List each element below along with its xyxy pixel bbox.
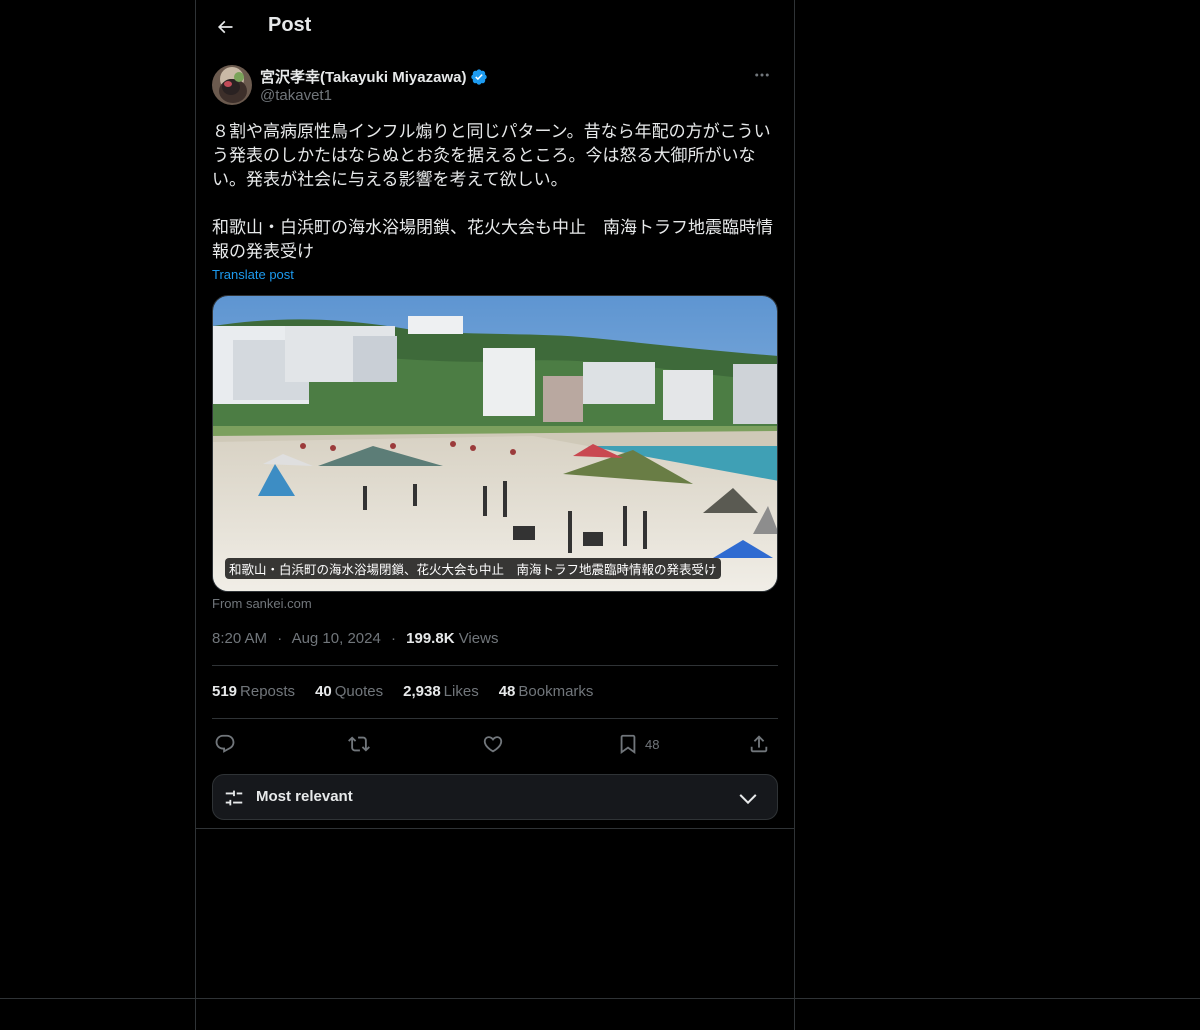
divider (212, 665, 778, 666)
repost-button[interactable] (348, 729, 370, 759)
post-date[interactable]: Aug 10, 2024 (292, 630, 381, 647)
bookmarks-label: Bookmarks (518, 683, 594, 700)
like-button[interactable] (482, 729, 504, 759)
page-title: Post (268, 14, 312, 36)
repost-icon (348, 736, 370, 752)
quotes-count: 40 (315, 683, 332, 700)
bookmark-count: 48 (645, 736, 660, 752)
user-handle[interactable]: @takavet1 (260, 87, 332, 104)
meta-separator: · (277, 630, 283, 647)
reposts-label: Reposts (240, 683, 296, 700)
post-column: Post 宮沢孝幸(Takayuki Miyazawa) @takavet1 ８… (195, 0, 795, 1030)
views-label: Views (458, 630, 499, 647)
reposts-stat[interactable]: 519 Reposts (212, 683, 295, 700)
engagement-stats: 519 Reposts 40 Quotes 2,938 Likes 48 Bookmar… (212, 683, 593, 700)
display-name[interactable]: 宮沢孝幸(Takayuki Miyazawa) (260, 66, 488, 87)
verified-badge-icon (471, 68, 488, 85)
divider (196, 828, 794, 829)
views-count: 199.8K (406, 630, 455, 647)
meta-separator: · (390, 630, 396, 647)
quotes-label: Quotes (334, 683, 384, 700)
link-card-image[interactable]: 和歌山・白浜町の海水浴場閉鎖、花火大会も中止 南海トラフ地震臨時情報の発表受け (212, 295, 778, 592)
action-bar: 48 (212, 729, 778, 759)
reply-icon (215, 734, 235, 753)
more-options-button[interactable] (746, 64, 778, 86)
reply-button[interactable] (214, 729, 236, 759)
share-button[interactable] (748, 729, 770, 759)
back-button[interactable] (208, 10, 242, 44)
avatar[interactable] (212, 65, 252, 105)
card-caption: 和歌山・白浜町の海水浴場閉鎖、花火大会も中止 南海トラフ地震臨時情報の発表受け (225, 558, 721, 579)
bookmarks-stat[interactable]: 48 Bookmarks (499, 683, 594, 700)
card-source[interactable]: From sankei.com (212, 596, 312, 611)
divider (212, 718, 778, 719)
bookmark-button[interactable]: 48 (617, 729, 659, 759)
arrow-left-icon (217, 20, 233, 34)
post-text: ８割や高病原性鳥インフル煽りと同じパターン。昔なら年配の方がこういう発表のしかた… (212, 122, 773, 262)
share-icon (750, 735, 768, 753)
post-time[interactable]: 8:20 AM (212, 630, 267, 647)
translate-post-link[interactable]: Translate post (212, 267, 294, 282)
reply-sort-dropdown[interactable]: Most relevant (212, 774, 778, 820)
quotes-stat[interactable]: 40 Quotes (315, 683, 383, 700)
post-meta: 8:20 AM · Aug 10, 2024 · 199.8K Views (212, 630, 498, 647)
header: Post (196, 0, 794, 53)
bookmarks-count: 48 (498, 683, 516, 700)
display-name-text: 宮沢孝幸(Takayuki Miyazawa) (260, 69, 467, 86)
likes-count: 2,938 (403, 683, 441, 700)
likes-stat[interactable]: 2,938 Likes (403, 683, 479, 700)
reposts-count: 519 (212, 683, 238, 700)
more-dots-icon (755, 73, 769, 77)
sort-label: Most relevant (256, 788, 353, 805)
post-author: 宮沢孝幸(Takayuki Miyazawa) @takavet1 (212, 64, 778, 106)
bookmark-icon (620, 734, 636, 755)
sliders-icon (225, 790, 243, 806)
beach-photo (213, 296, 777, 591)
likes-label: Likes (443, 683, 479, 700)
bottom-divider (0, 998, 1200, 999)
chevron-down-icon (739, 794, 757, 805)
heart-icon (483, 736, 503, 753)
